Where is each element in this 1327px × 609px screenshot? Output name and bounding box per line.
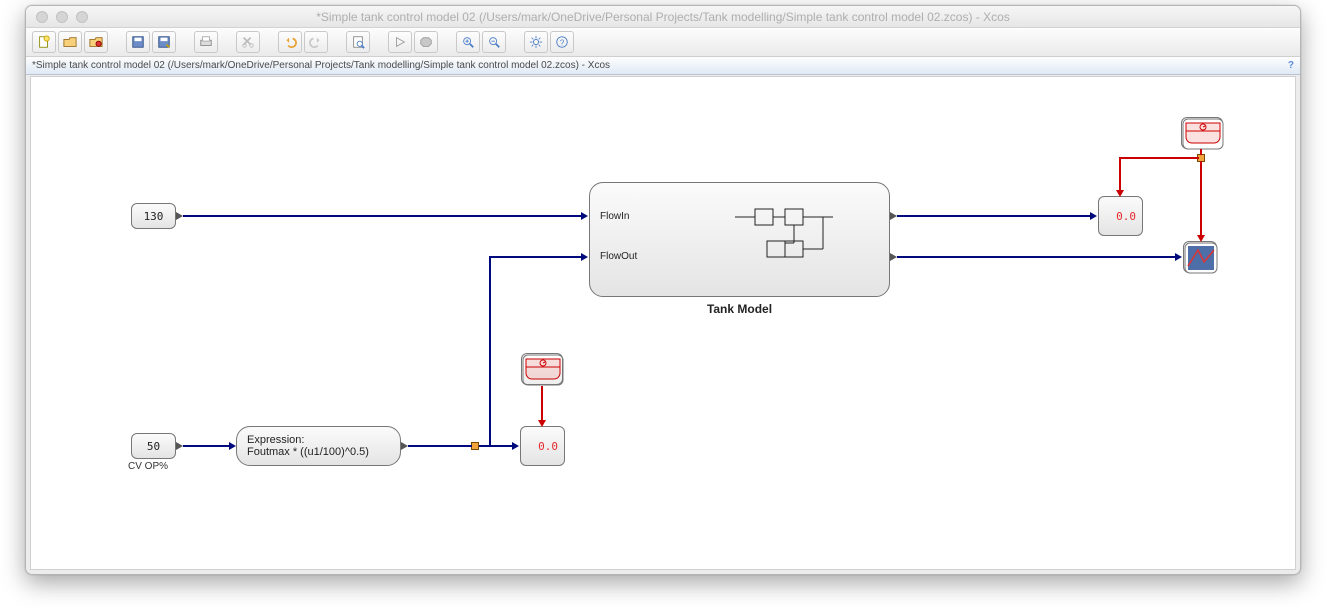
fit-page-icon bbox=[351, 35, 365, 49]
zoom-out-icon bbox=[487, 35, 501, 49]
stop-icon bbox=[419, 35, 433, 49]
open-button[interactable] bbox=[58, 31, 82, 53]
zoom-window-button[interactable] bbox=[76, 11, 88, 23]
input-port[interactable] bbox=[581, 253, 588, 261]
save-as-icon bbox=[157, 35, 171, 49]
save-icon bbox=[131, 35, 145, 49]
cut-button[interactable] bbox=[236, 31, 260, 53]
print-icon bbox=[199, 35, 213, 49]
event-link[interactable] bbox=[1200, 149, 1202, 155]
new-file-icon bbox=[37, 35, 51, 49]
link[interactable] bbox=[489, 256, 491, 446]
help-button[interactable]: ? bbox=[550, 31, 574, 53]
document-tab-title[interactable]: *Simple tank control model 02 (/Users/ma… bbox=[32, 60, 610, 71]
output-port[interactable] bbox=[890, 253, 897, 261]
document-tab-bar: *Simple tank control model 02 (/Users/ma… bbox=[26, 57, 1300, 75]
port-label-flowin: FlowIn bbox=[600, 211, 629, 222]
settings-button[interactable] bbox=[524, 31, 548, 53]
open-scilab-icon bbox=[89, 35, 103, 49]
close-window-button[interactable] bbox=[36, 11, 48, 23]
input-port[interactable] bbox=[581, 212, 588, 220]
fit-page-button[interactable] bbox=[346, 31, 370, 53]
output-port[interactable] bbox=[176, 212, 183, 220]
link[interactable] bbox=[897, 215, 1095, 217]
help-icon: ? bbox=[555, 35, 569, 49]
stop-button[interactable] bbox=[414, 31, 438, 53]
link[interactable] bbox=[897, 256, 1180, 258]
const-value: 50 bbox=[147, 440, 160, 453]
clock-icon bbox=[522, 354, 564, 386]
input-port[interactable] bbox=[1090, 212, 1097, 220]
redo-button[interactable] bbox=[304, 31, 328, 53]
port-label-flowout: FlowOut bbox=[600, 251, 637, 262]
event-link[interactable] bbox=[1119, 157, 1121, 192]
link[interactable] bbox=[408, 445, 472, 447]
redo-icon bbox=[309, 35, 323, 49]
output-port[interactable] bbox=[176, 442, 183, 450]
context-help-button[interactable]: ? bbox=[1288, 60, 1294, 71]
expression-title: Expression: bbox=[247, 434, 304, 446]
save-as-button[interactable] bbox=[152, 31, 176, 53]
expression-block[interactable]: Expression: Foutmax * ((u1/100)^0.5) bbox=[236, 426, 401, 466]
link[interactable] bbox=[183, 445, 234, 447]
undo-icon bbox=[283, 35, 297, 49]
superblock-name: Tank Model bbox=[590, 302, 889, 316]
scope-block[interactable] bbox=[1183, 241, 1217, 273]
event-link[interactable] bbox=[541, 386, 543, 422]
open-scilab-button[interactable] bbox=[84, 31, 108, 53]
minimize-window-button[interactable] bbox=[56, 11, 68, 23]
start-icon bbox=[393, 35, 407, 49]
input-port[interactable] bbox=[512, 442, 519, 450]
input-port[interactable] bbox=[229, 442, 236, 450]
event-link[interactable] bbox=[1200, 161, 1202, 237]
expression-body: Foutmax * ((u1/100)^0.5) bbox=[247, 446, 369, 458]
diagram-surface[interactable]: 130 50 CV OP% Expression: Foutmax * ((u1… bbox=[31, 77, 1295, 567]
display-block-2[interactable]: 0.0 bbox=[1098, 196, 1143, 236]
zoom-in-button[interactable] bbox=[456, 31, 480, 53]
titlebar: *Simple tank control model 02 (/Users/ma… bbox=[26, 6, 1300, 28]
display-value: 0.0 bbox=[538, 440, 558, 453]
clock-block-1[interactable] bbox=[521, 353, 563, 385]
open-icon bbox=[63, 35, 77, 49]
save-button[interactable] bbox=[126, 31, 150, 53]
zoom-out-button[interactable] bbox=[482, 31, 506, 53]
const-block-130[interactable]: 130 bbox=[131, 203, 176, 229]
zoom-in-icon bbox=[461, 35, 475, 49]
link[interactable] bbox=[489, 256, 586, 258]
superblock-tank-model[interactable]: FlowIn FlowOut Tank Model bbox=[589, 182, 890, 297]
scope-icon bbox=[1184, 242, 1218, 274]
const-block-label: CV OP% bbox=[128, 461, 168, 472]
event-input-port[interactable] bbox=[538, 420, 546, 427]
settings-icon bbox=[529, 35, 543, 49]
link-junction[interactable] bbox=[471, 442, 479, 450]
display-value: 0.0 bbox=[1116, 210, 1136, 223]
event-link[interactable] bbox=[1119, 157, 1199, 159]
clock-icon bbox=[1182, 118, 1224, 150]
print-button[interactable] bbox=[194, 31, 218, 53]
output-port[interactable] bbox=[401, 442, 408, 450]
display-block-1[interactable]: 0.0 bbox=[520, 426, 565, 466]
superblock-thumbnail-icon bbox=[730, 205, 850, 275]
toolbar: ? bbox=[26, 28, 1300, 57]
const-block-50[interactable]: 50 bbox=[131, 433, 176, 459]
diagram-canvas[interactable]: 130 50 CV OP% Expression: Foutmax * ((u1… bbox=[30, 76, 1296, 570]
new-file-button[interactable] bbox=[32, 31, 56, 53]
output-port[interactable] bbox=[890, 212, 897, 220]
event-input-port[interactable] bbox=[1116, 190, 1124, 197]
input-port[interactable] bbox=[1175, 253, 1182, 261]
undo-button[interactable] bbox=[278, 31, 302, 53]
clock-block-2[interactable] bbox=[1181, 117, 1223, 149]
start-button[interactable] bbox=[388, 31, 412, 53]
window-title: *Simple tank control model 02 (/Users/ma… bbox=[26, 10, 1300, 24]
traffic-lights bbox=[26, 11, 88, 23]
link[interactable] bbox=[183, 215, 586, 217]
svg-text:?: ? bbox=[560, 39, 565, 48]
const-value: 130 bbox=[144, 210, 164, 223]
cut-icon bbox=[241, 35, 255, 49]
event-input-port[interactable] bbox=[1197, 235, 1205, 242]
app-window: *Simple tank control model 02 (/Users/ma… bbox=[25, 5, 1301, 575]
